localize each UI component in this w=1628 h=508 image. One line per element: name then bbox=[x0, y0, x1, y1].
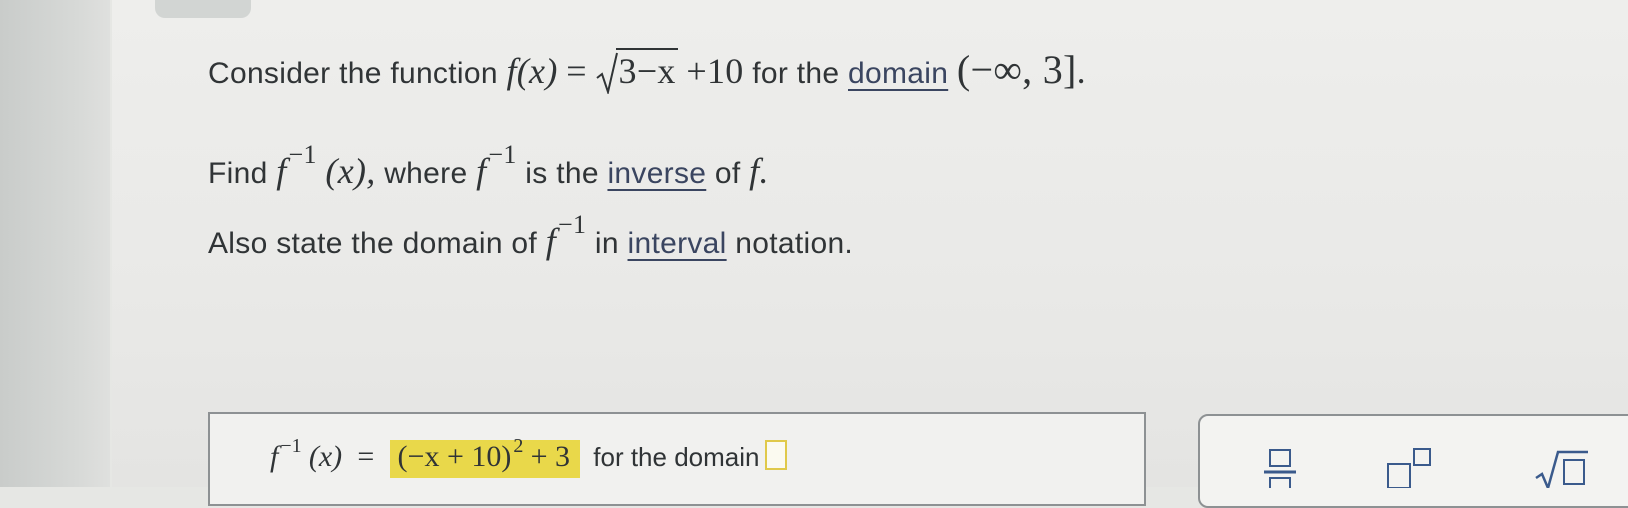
line1-prefix: Consider the function bbox=[208, 57, 498, 90]
answer-expression[interactable]: f −1 (x) = (−x + 10) 2 + 3 for the domain bbox=[270, 435, 788, 478]
where-text: where bbox=[384, 157, 468, 190]
of-text: of bbox=[714, 157, 741, 190]
fraction-icon[interactable] bbox=[1262, 448, 1298, 488]
line3-prefix: Also state the domain of bbox=[208, 227, 538, 260]
function-f-inverse: f bbox=[276, 151, 287, 191]
superscript-icon[interactable] bbox=[1386, 448, 1434, 488]
answer-inverse-exponent: −1 bbox=[280, 435, 302, 457]
function-arg: (x) bbox=[516, 51, 558, 91]
left-margin bbox=[0, 0, 110, 487]
for-the-text: for the bbox=[752, 57, 840, 90]
domain-link[interactable]: domain bbox=[848, 57, 948, 90]
sqrt-icon bbox=[595, 52, 618, 94]
sqrt-expression: 3−x bbox=[595, 48, 678, 94]
top-tab[interactable] bbox=[155, 0, 251, 18]
answer-arg: (x) bbox=[308, 440, 343, 473]
question-line-3: Also state the domain of f−1 in interval… bbox=[208, 210, 854, 262]
period: . bbox=[1076, 51, 1086, 91]
radicand: 3−x bbox=[615, 48, 678, 92]
answer-expr-base: (−x + 10) bbox=[397, 440, 512, 473]
interval-link[interactable]: interval bbox=[628, 227, 727, 260]
line2-prefix: Find bbox=[208, 157, 268, 190]
notation-text: notation. bbox=[735, 227, 854, 260]
domain-interval: (−∞, 3] bbox=[956, 47, 1077, 92]
question-line-2: Find f−1 (x), where f−1 is the inverse o… bbox=[208, 140, 769, 192]
answer-expr-tail: + 3 bbox=[530, 440, 571, 473]
inverse-arg: (x), bbox=[325, 151, 376, 191]
inverse-link[interactable]: inverse bbox=[607, 157, 706, 190]
question-line-1: Consider the function f(x) = 3−x +10 for… bbox=[208, 46, 1086, 94]
plus-constant: +10 bbox=[686, 51, 744, 91]
function-f: f bbox=[506, 51, 517, 91]
domain-input[interactable] bbox=[765, 440, 788, 470]
function-f-inverse-3: f bbox=[545, 221, 557, 261]
inverse-exponent: −1 bbox=[288, 140, 317, 169]
in-text: in bbox=[594, 227, 619, 260]
inverse-exponent-2: −1 bbox=[488, 140, 517, 169]
answer-f: f bbox=[270, 440, 279, 473]
equals-sign: = bbox=[566, 51, 587, 91]
answer-for-domain: for the domain bbox=[593, 442, 760, 472]
inverse-exponent-3: −1 bbox=[558, 210, 587, 239]
answer-highlighted-input[interactable]: (−x + 10) 2 + 3 bbox=[389, 435, 581, 478]
function-f-ref: f. bbox=[749, 151, 769, 191]
answer-expr-exponent: 2 bbox=[513, 435, 524, 457]
answer-equals: = bbox=[357, 440, 375, 473]
sqrt-icon[interactable] bbox=[1534, 448, 1590, 488]
is-the-text: is the bbox=[525, 157, 599, 190]
function-f-inverse-2: f bbox=[476, 151, 487, 191]
